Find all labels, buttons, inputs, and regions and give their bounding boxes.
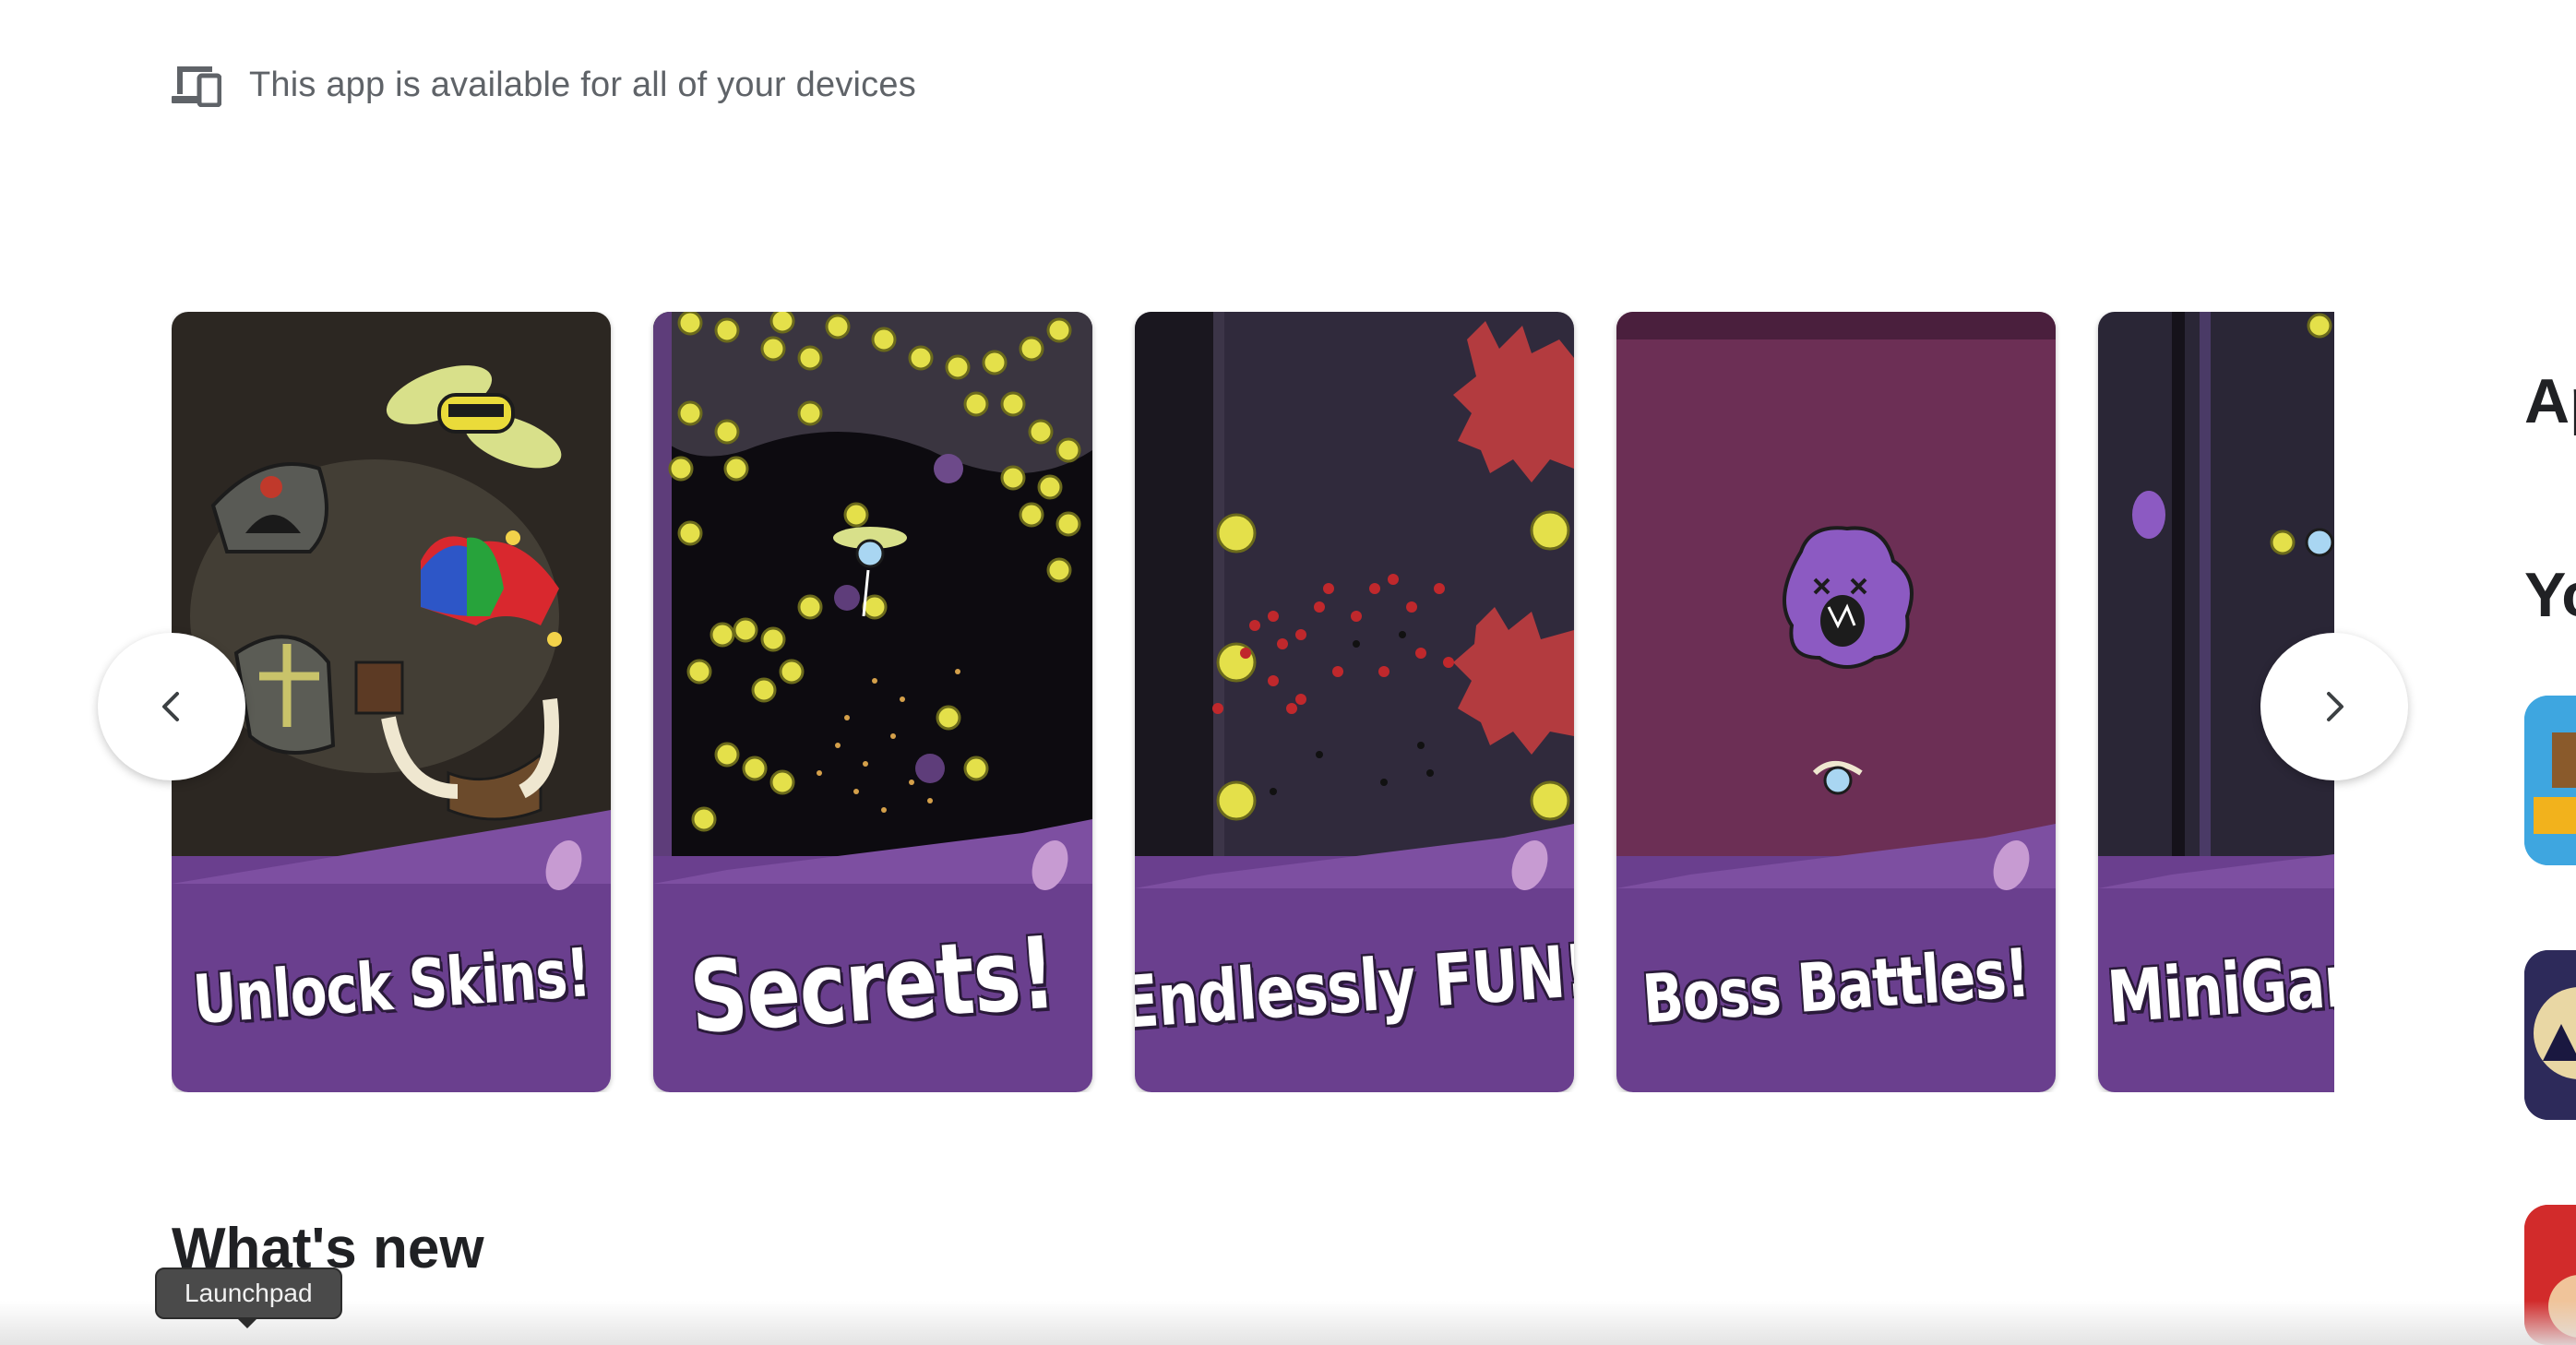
screenshot-caption: Endlessly FUN!	[1135, 927, 1574, 1045]
screenshot-3[interactable]: Endlessly FUN!	[1135, 312, 1574, 1092]
dock-shadow	[0, 1301, 2576, 1345]
screenshot-banner: Endlessly FUN!	[1135, 862, 1574, 1092]
chevron-left-icon	[162, 692, 179, 721]
availability-text: This app is available for all of your de…	[249, 65, 916, 104]
carousel-next-button[interactable]	[2260, 633, 2408, 780]
chevron-right-icon	[2327, 692, 2343, 721]
screenshot-4[interactable]: Boss Battles!	[1616, 312, 2056, 1092]
carousel-prev-button[interactable]	[98, 633, 245, 780]
screenshot-caption: Boss Battles!	[1640, 933, 2033, 1040]
devices-icon	[172, 66, 221, 107]
app-details-page: This app is available for all of your de…	[0, 0, 2576, 1345]
sidebar-heading: Ap	[2524, 366, 2576, 436]
screenshot-banner: Secrets!	[653, 862, 1092, 1092]
sidebar-heading: Yo	[2524, 560, 2576, 630]
device-availability: This app is available for all of your de…	[172, 57, 916, 113]
screenshot-caption: Secrets!	[686, 915, 1059, 1057]
screenshot-caption: Unlock Skins!	[190, 933, 592, 1040]
screenshot-banner: Boss Battles!	[1616, 862, 2056, 1092]
sidebar-app-icon[interactable]	[2524, 696, 2576, 865]
dock-tooltip: Launchpad	[155, 1268, 342, 1319]
app-thumbnail	[2524, 950, 2576, 1120]
sidebar-app-icon[interactable]	[2524, 950, 2576, 1120]
app-thumbnail	[2524, 696, 2576, 865]
screenshot-banner: MiniGame	[2098, 862, 2334, 1092]
screenshot-2[interactable]: Secrets!	[653, 312, 1092, 1092]
screenshot-banner: Unlock Skins!	[172, 862, 611, 1092]
screenshot-caption: MiniGame	[2105, 933, 2334, 1040]
screenshot-carousel: Unlock Skins! Secrets! Endlessly FUN! Bo…	[172, 312, 2334, 1092]
tooltip-pointer	[236, 1317, 258, 1328]
